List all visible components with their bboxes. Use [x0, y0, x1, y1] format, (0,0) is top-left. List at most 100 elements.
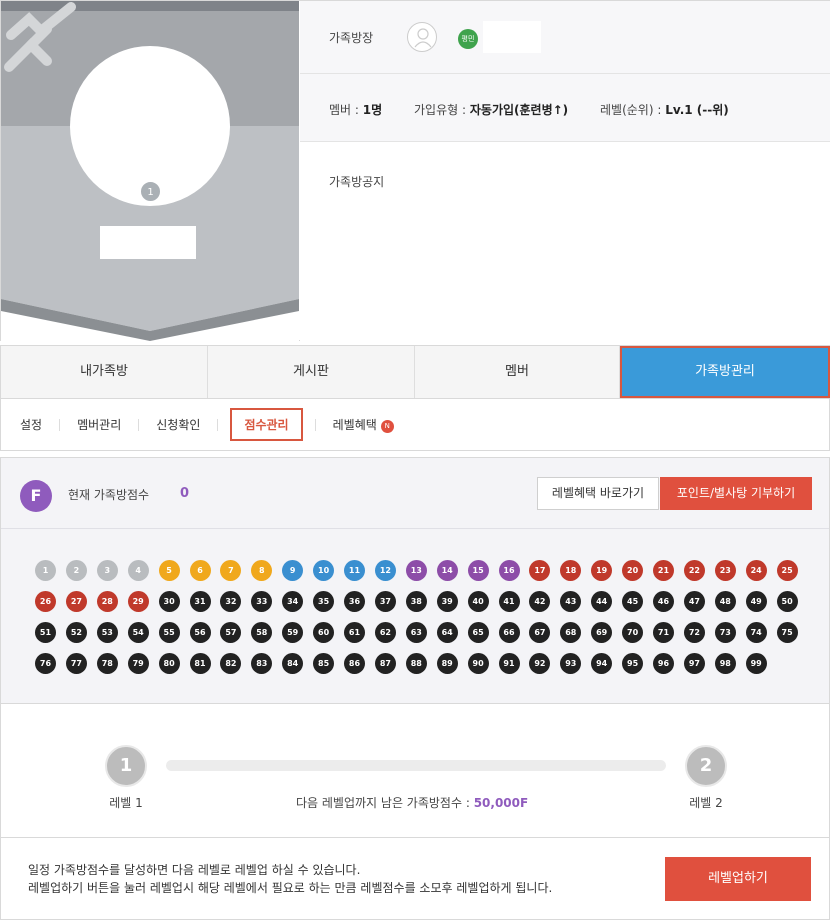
level-badge-81: 81	[189, 653, 211, 674]
join-type-label: 가입유형 :	[414, 103, 467, 117]
level-badge-3: 3	[96, 560, 118, 581]
level-badge-16: 16	[498, 560, 520, 581]
level-badge-60: 60	[313, 622, 335, 643]
score-header: F 현재 가족방점수 0 레벨혜택 바로가기 포인트/별사탕 기부하기	[1, 458, 829, 529]
remaining-score: 다음 레벨업까지 남은 가족방점수 : 50,000F	[296, 794, 528, 811]
level-badge-69: 69	[591, 622, 613, 643]
current-level-icon: 1	[105, 745, 147, 787]
tab-my-family[interactable]: 내가족방	[1, 346, 208, 398]
level-badge-78: 78	[96, 653, 118, 674]
level-badge-84: 84	[282, 653, 304, 674]
subnav-application-check[interactable]: 신청확인	[156, 416, 200, 433]
level-badge-65: 65	[467, 622, 489, 643]
level-badge-49: 49	[745, 591, 767, 612]
tab-members[interactable]: 멤버	[415, 346, 620, 398]
level-badge-94: 94	[591, 653, 613, 674]
level-badge-15: 15	[467, 560, 489, 581]
divider	[314, 418, 316, 431]
level-badge-34: 34	[282, 591, 304, 612]
level-badge-31: 31	[189, 591, 211, 612]
level-badge-35: 35	[313, 591, 335, 612]
level-badge-91: 91	[498, 653, 520, 674]
level-badge-14: 14	[436, 560, 458, 581]
level-badge-23: 23	[714, 560, 736, 581]
family-banner: 1	[1, 1, 299, 341]
level-badge-26: 26	[35, 591, 56, 612]
level-badge-18: 18	[560, 560, 582, 581]
current-score-label: 현재 가족방점수	[68, 488, 150, 502]
owner-avatar[interactable]	[407, 22, 437, 52]
level-badge-51: 51	[35, 622, 56, 643]
levelup-footer: 일정 가족방점수를 달성하면 다음 레벨로 레벨업 하실 수 있습니다. 레벨업…	[0, 837, 830, 920]
level-badge-64: 64	[436, 622, 458, 643]
arrow-logo-icon	[4, 2, 76, 72]
level-badge-11: 11	[344, 560, 365, 581]
level-badge-96: 96	[653, 653, 674, 674]
level-badge-90: 90	[467, 653, 489, 674]
level-badge-19: 19	[591, 560, 613, 581]
subnav-level-benefits-label: 레벨혜택	[332, 418, 377, 432]
level-badge-59: 59	[282, 622, 304, 643]
level-badge-74: 74	[745, 622, 767, 643]
family-profile: 1 가족방장 평민 멤버 : 1명 가입유형 : 자동가입(훈련병↑) 레벨(순…	[0, 0, 830, 341]
level-badge-9: 9	[282, 560, 304, 581]
remaining-score-label: 다음 레벨업까지 남은 가족방점수 :	[296, 796, 470, 810]
level-badge-79: 79	[127, 653, 149, 674]
divider	[138, 418, 140, 431]
level-badge-73: 73	[714, 622, 736, 643]
level-badge-32: 32	[220, 591, 242, 612]
level-badge-28: 28	[96, 591, 118, 612]
level-badge-92: 92	[529, 653, 551, 674]
donate-button[interactable]: 포인트/별사탕 기부하기	[660, 477, 812, 510]
level-badge-5: 5	[158, 560, 180, 581]
level-badge-12: 12	[374, 560, 396, 581]
subnav-settings[interactable]: 설정	[20, 416, 42, 433]
level-badge-20: 20	[622, 560, 644, 581]
level-badge-54: 54	[127, 622, 149, 643]
subnav-level-benefits[interactable]: 레벨혜택 N	[333, 416, 394, 433]
level-badge-2: 2	[65, 560, 87, 581]
family-point-icon: F	[20, 480, 52, 512]
levelup-info-line-2: 레벨업하기 버튼을 눌러 레벨업시 해당 레벨에서 필요로 하는 만큼 레벨점수…	[28, 881, 553, 895]
stats-line: 멤버 : 1명 가입유형 : 자동가입(훈련병↑) 레벨(순위) : Lv.1 …	[329, 101, 729, 118]
level-badge-6: 6	[189, 560, 211, 581]
level-badge-24: 24	[745, 560, 767, 581]
level-badge-98: 98	[714, 653, 736, 674]
level-badge-70: 70	[622, 622, 644, 643]
level-badge-43: 43	[560, 591, 582, 612]
member-count: 1명	[362, 103, 383, 117]
level-badge-39: 39	[436, 591, 458, 612]
level-badge-58: 58	[251, 622, 273, 643]
subnav-member-management[interactable]: 멤버관리	[77, 416, 121, 433]
tab-family-management[interactable]: 가족방관리	[620, 346, 830, 398]
tab-board[interactable]: 게시판	[208, 346, 415, 398]
level-badge-67: 67	[529, 622, 551, 643]
level-badge-87: 87	[374, 653, 396, 674]
level-badge-25: 25	[776, 560, 798, 581]
level-badge-42: 42	[529, 591, 551, 612]
level-badge-88: 88	[405, 653, 427, 674]
score-panel: F 현재 가족방점수 0 레벨혜택 바로가기 포인트/별사탕 기부하기 1234…	[0, 457, 830, 704]
remaining-score-value: 50,000F	[473, 796, 529, 810]
progress-bar	[166, 760, 666, 771]
level-badge-77: 77	[65, 653, 87, 674]
join-type-value: 자동가입(훈련병↑)	[469, 103, 569, 117]
member-label: 멤버 :	[329, 103, 359, 117]
level-badge-36: 36	[344, 591, 365, 612]
next-level-caption: 레벨 2	[689, 796, 723, 810]
level-badge-4: 4	[127, 560, 149, 581]
level-benefit-button[interactable]: 레벨혜택 바로가기	[537, 477, 659, 510]
subnav-score-management[interactable]: 점수관리	[230, 408, 303, 441]
level-badge-71: 71	[653, 622, 674, 643]
level-badge-80: 80	[158, 653, 180, 674]
levelup-button[interactable]: 레벨업하기	[665, 857, 811, 901]
owner-name-placeholder[interactable]	[483, 21, 541, 53]
level-badge-7: 7	[220, 560, 242, 581]
level-badge-22: 22	[683, 560, 705, 581]
level-badge-45: 45	[622, 591, 644, 612]
level-badge-46: 46	[653, 591, 674, 612]
divider	[59, 418, 61, 431]
level-rank-value: Lv.1 (--위)	[665, 103, 729, 117]
family-name-placeholder	[100, 226, 196, 259]
level-badge-89: 89	[436, 653, 458, 674]
